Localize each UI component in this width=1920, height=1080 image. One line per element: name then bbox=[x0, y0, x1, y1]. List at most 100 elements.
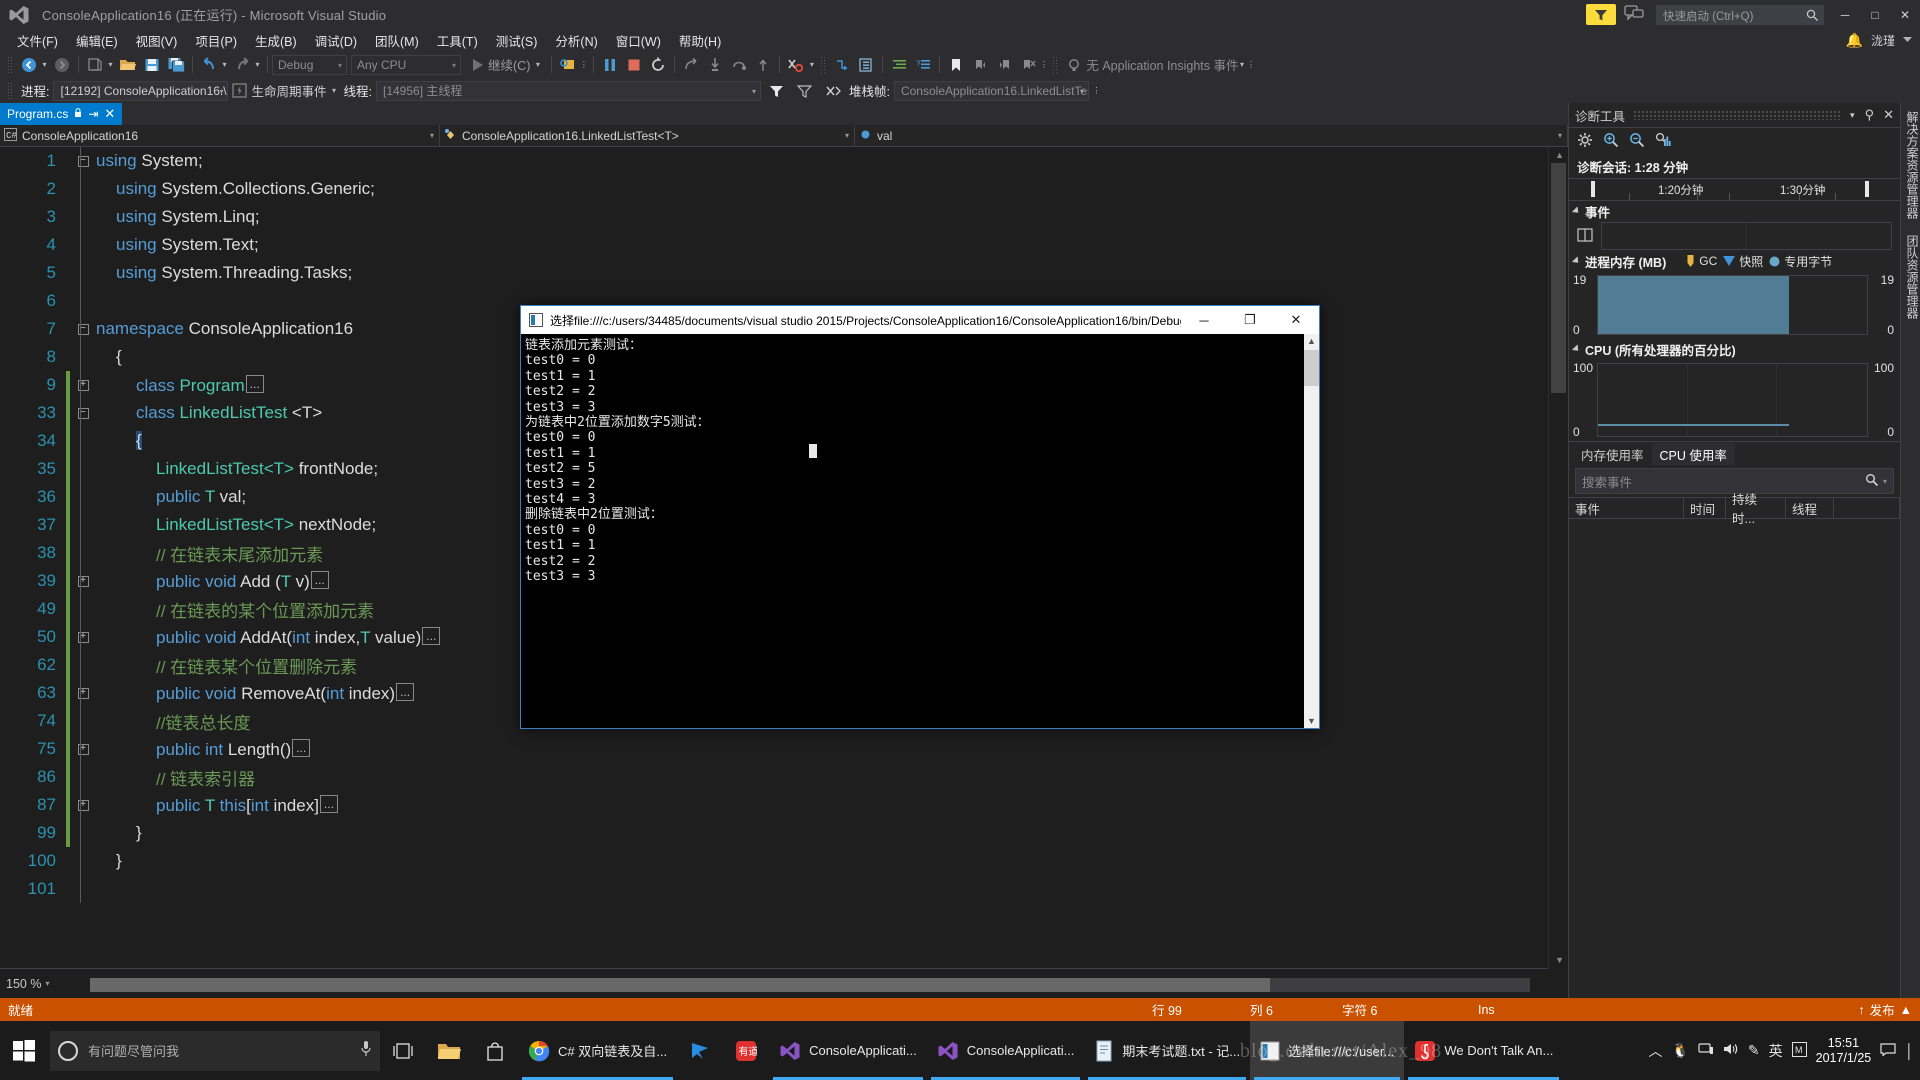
chevron-down-icon[interactable]: ▾ bbox=[329, 86, 340, 95]
close-panel-icon[interactable]: ✕ bbox=[1883, 107, 1894, 123]
cpu-graph[interactable]: 100 0 100 0 bbox=[1569, 361, 1900, 439]
fold-toggle-minus-icon[interactable]: − bbox=[70, 323, 96, 335]
toolbar-overflow-icon[interactable]: ⋮ bbox=[578, 60, 589, 69]
file-explorer-icon[interactable] bbox=[426, 1021, 472, 1080]
panel-drag-dots[interactable] bbox=[1633, 110, 1843, 120]
chevron-down-icon[interactable]: ▾ bbox=[532, 60, 543, 69]
console-title-bar[interactable]: 选择file:///c:/users/34485/documents/visua… bbox=[521, 306, 1319, 334]
console-scroll-thumb[interactable] bbox=[1304, 350, 1319, 386]
taskbar-app-visual-studio-2[interactable]: ConsoleApplicati... bbox=[927, 1021, 1085, 1080]
scroll-down-icon[interactable]: ▼ bbox=[1555, 955, 1564, 965]
memory-graph[interactable]: 19 0 19 0 bbox=[1569, 273, 1900, 337]
memory-section-header[interactable]: 进程内存 (MB) GC 快照 专用字节 bbox=[1569, 251, 1900, 271]
collapsed-region-icon[interactable]: ... bbox=[319, 794, 338, 813]
step-over-icon[interactable] bbox=[727, 53, 751, 76]
taskbar-app-unknown-blue[interactable] bbox=[677, 1021, 723, 1080]
scroll-down-icon[interactable]: ▼ bbox=[1307, 714, 1316, 728]
new-project-icon[interactable] bbox=[83, 53, 107, 76]
toolbar-grip[interactable] bbox=[7, 81, 14, 100]
code-line[interactable]: 99} bbox=[0, 819, 1548, 847]
settings-gear-icon[interactable] bbox=[1577, 132, 1593, 151]
menu-help[interactable]: 帮助(H) bbox=[670, 29, 730, 52]
nav-member-combo[interactable]: val ▾ bbox=[855, 125, 1568, 146]
vertical-scroll-thumb[interactable] bbox=[1551, 163, 1566, 393]
publish-button[interactable]: ↑ 发布 ▲ bbox=[1858, 1000, 1912, 1019]
continue-button[interactable]: 继续(C) ▾ bbox=[467, 53, 547, 76]
menu-test[interactable]: 测试(S) bbox=[487, 29, 547, 52]
menu-tools[interactable]: 工具(T) bbox=[428, 29, 487, 52]
step-over-highlight-icon[interactable] bbox=[830, 53, 854, 76]
navigate-forward-icon[interactable] bbox=[50, 53, 74, 76]
code-line[interactable]: 2 using System.Collections.Generic; bbox=[0, 175, 1548, 203]
solution-platform-combo[interactable]: Any CPU ▾ bbox=[351, 54, 461, 75]
editor-vertical-scrollbar[interactable]: ▲ ▼ bbox=[1548, 147, 1568, 968]
scroll-up-icon[interactable]: ▲ bbox=[1307, 334, 1316, 348]
fold-toggle-plus-icon[interactable]: + bbox=[70, 631, 96, 643]
network-icon[interactable] bbox=[1698, 1042, 1714, 1059]
uncomment-selection-icon[interactable]: ? bbox=[911, 53, 935, 76]
solution-configuration-combo[interactable]: Debug ▾ bbox=[272, 54, 347, 75]
account-name[interactable]: 泷瑾 bbox=[1871, 32, 1895, 49]
nav-project-combo[interactable]: C# ConsoleApplication16 ▾ bbox=[0, 125, 440, 146]
window-maximize-button[interactable]: □ bbox=[1860, 0, 1890, 29]
taskbar-clock[interactable]: 15:51 2017/1/25 bbox=[1816, 1036, 1872, 1066]
process-combo[interactable]: [12192] ConsoleApplication16.\ ▾ bbox=[53, 80, 229, 101]
notification-bell-icon[interactable]: 🔔 bbox=[1846, 32, 1863, 49]
filter-threads-icon[interactable] bbox=[765, 79, 789, 102]
dock-solution-explorer[interactable]: 解决方案资源管理器 bbox=[1901, 103, 1920, 227]
redo-icon[interactable] bbox=[230, 53, 254, 76]
zoom-reset-chart-icon[interactable] bbox=[1655, 132, 1671, 151]
fold-toggle-plus-icon[interactable]: + bbox=[70, 743, 96, 755]
redo-dropdown-icon[interactable]: ▾ bbox=[252, 60, 263, 69]
column-time[interactable]: 时间 bbox=[1684, 497, 1726, 519]
next-bookmark-icon[interactable] bbox=[992, 53, 1016, 76]
menu-team[interactable]: 团队(M) bbox=[366, 29, 428, 52]
search-icon[interactable] bbox=[1865, 473, 1879, 490]
editor-zoom-combo[interactable]: 150 % ▾ bbox=[6, 973, 80, 995]
collapsed-region-icon[interactable]: ... bbox=[396, 682, 415, 701]
window-minimize-button[interactable]: ─ bbox=[1830, 0, 1860, 29]
pin-tab-icon[interactable]: ⇥ bbox=[88, 107, 98, 121]
fold-toggle-plus-icon[interactable]: + bbox=[70, 799, 96, 811]
fold-toggle-minus-icon[interactable]: − bbox=[70, 407, 96, 419]
tab-program-cs[interactable]: Program.cs ⇥ ✕ bbox=[0, 103, 123, 125]
toolbar-grip[interactable] bbox=[820, 55, 828, 74]
console-maximize-button[interactable]: ❐ bbox=[1227, 306, 1273, 334]
editor-horizontal-scrollbar[interactable] bbox=[90, 978, 1530, 992]
collapsed-region-icon[interactable]: ... bbox=[422, 626, 441, 645]
collapsed-region-icon[interactable]: ... bbox=[292, 738, 311, 757]
fold-toggle-plus-icon[interactable]: + bbox=[70, 687, 96, 699]
taskbar-app-chrome[interactable]: C# 双向链表及自... bbox=[518, 1021, 677, 1080]
microphone-icon[interactable] bbox=[360, 1040, 372, 1061]
comment-selection-icon[interactable] bbox=[887, 53, 911, 76]
bookmark-overflow-icon[interactable]: ⋮ bbox=[1038, 60, 1049, 69]
action-center-icon[interactable] bbox=[1880, 1042, 1896, 1059]
enable-disable-breakpoints-icon[interactable] bbox=[784, 53, 808, 76]
taskbar-app-notepad[interactable]: 期末考试题.txt - 记... bbox=[1084, 1021, 1250, 1080]
open-file-icon[interactable] bbox=[116, 53, 140, 76]
navigate-backward-dropdown-icon[interactable]: ▾ bbox=[39, 60, 50, 69]
menu-analyze[interactable]: 分析(N) bbox=[546, 29, 606, 52]
step-into-icon[interactable] bbox=[703, 53, 727, 76]
code-line[interactable]: 75 + public int Length()... bbox=[0, 735, 1548, 763]
qq-penguin-icon[interactable]: 🐧 bbox=[1671, 1042, 1688, 1059]
application-insights-icon[interactable] bbox=[1062, 53, 1086, 76]
undo-dropdown-icon[interactable]: ▾ bbox=[219, 60, 230, 69]
search-input[interactable]: 有问题尽管问我 bbox=[50, 1030, 380, 1071]
menu-file[interactable]: 文件(F) bbox=[8, 29, 67, 52]
show-next-statement-icon[interactable] bbox=[679, 53, 703, 76]
horizontal-scroll-thumb[interactable] bbox=[90, 978, 1270, 992]
close-tab-icon[interactable]: ✕ bbox=[104, 106, 115, 122]
stackframe-combo[interactable]: ConsoleApplication16.LinkedListTest< ▾ bbox=[893, 80, 1089, 101]
toggle-flagged-icon[interactable] bbox=[821, 79, 845, 102]
dock-team-explorer[interactable]: 团队资源管理器 bbox=[1901, 227, 1920, 327]
column-thread[interactable]: 线程 bbox=[1786, 497, 1834, 519]
code-line[interactable]: 4 using System.Text; bbox=[0, 231, 1548, 259]
events-section-header[interactable]: 事件 bbox=[1569, 201, 1900, 221]
show-desktop-button[interactable]: │ bbox=[1905, 1043, 1914, 1059]
new-project-dropdown-icon[interactable]: ▾ bbox=[105, 60, 116, 69]
task-view-icon[interactable] bbox=[380, 1021, 426, 1080]
save-icon[interactable] bbox=[140, 53, 164, 76]
fold-toggle-minus-icon[interactable]: − bbox=[70, 155, 96, 167]
menu-build[interactable]: 生成(B) bbox=[246, 29, 306, 52]
